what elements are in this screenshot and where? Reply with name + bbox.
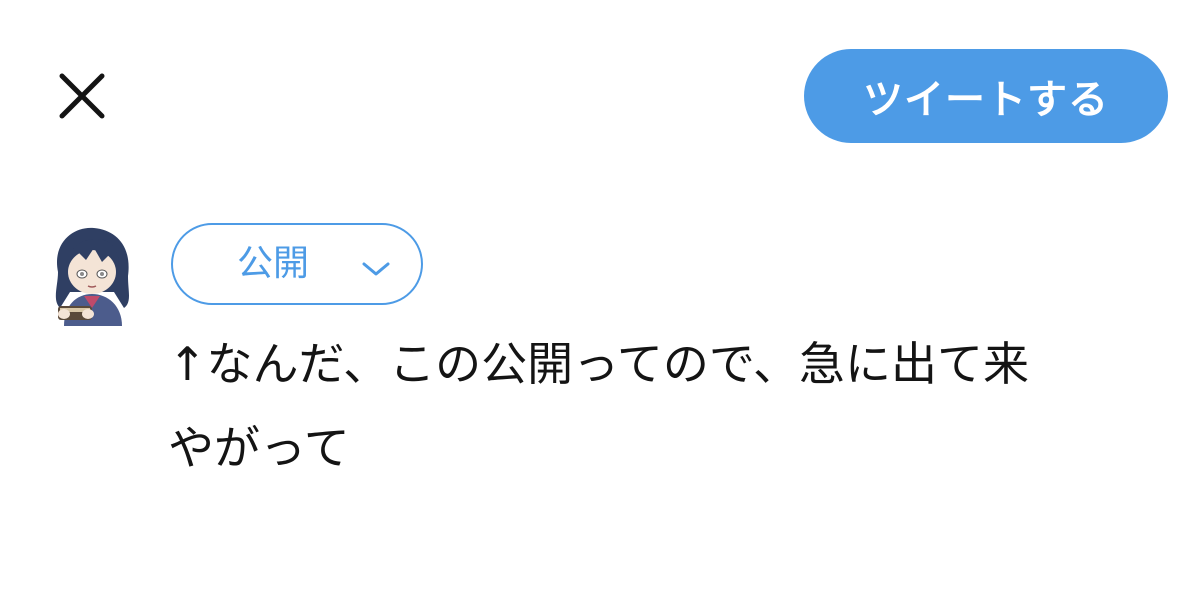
- tweet-button[interactable]: ツイートする: [804, 49, 1168, 143]
- close-button[interactable]: [56, 70, 108, 122]
- avatar[interactable]: [44, 222, 140, 326]
- user-avatar-icon: [55, 227, 130, 326]
- close-icon: [59, 73, 105, 119]
- chevron-down-icon: [361, 261, 391, 277]
- tweet-text[interactable]: ↑なんだ、この公開ってので、急に出て来 やがって: [168, 322, 1168, 490]
- audience-label: 公開: [237, 243, 310, 284]
- tweet-text-line: ↑なんだ、この公開ってので、急に出て来: [168, 337, 1030, 391]
- audience-selector[interactable]: 公開: [171, 223, 423, 305]
- tweet-text-line: やがって: [168, 421, 350, 475]
